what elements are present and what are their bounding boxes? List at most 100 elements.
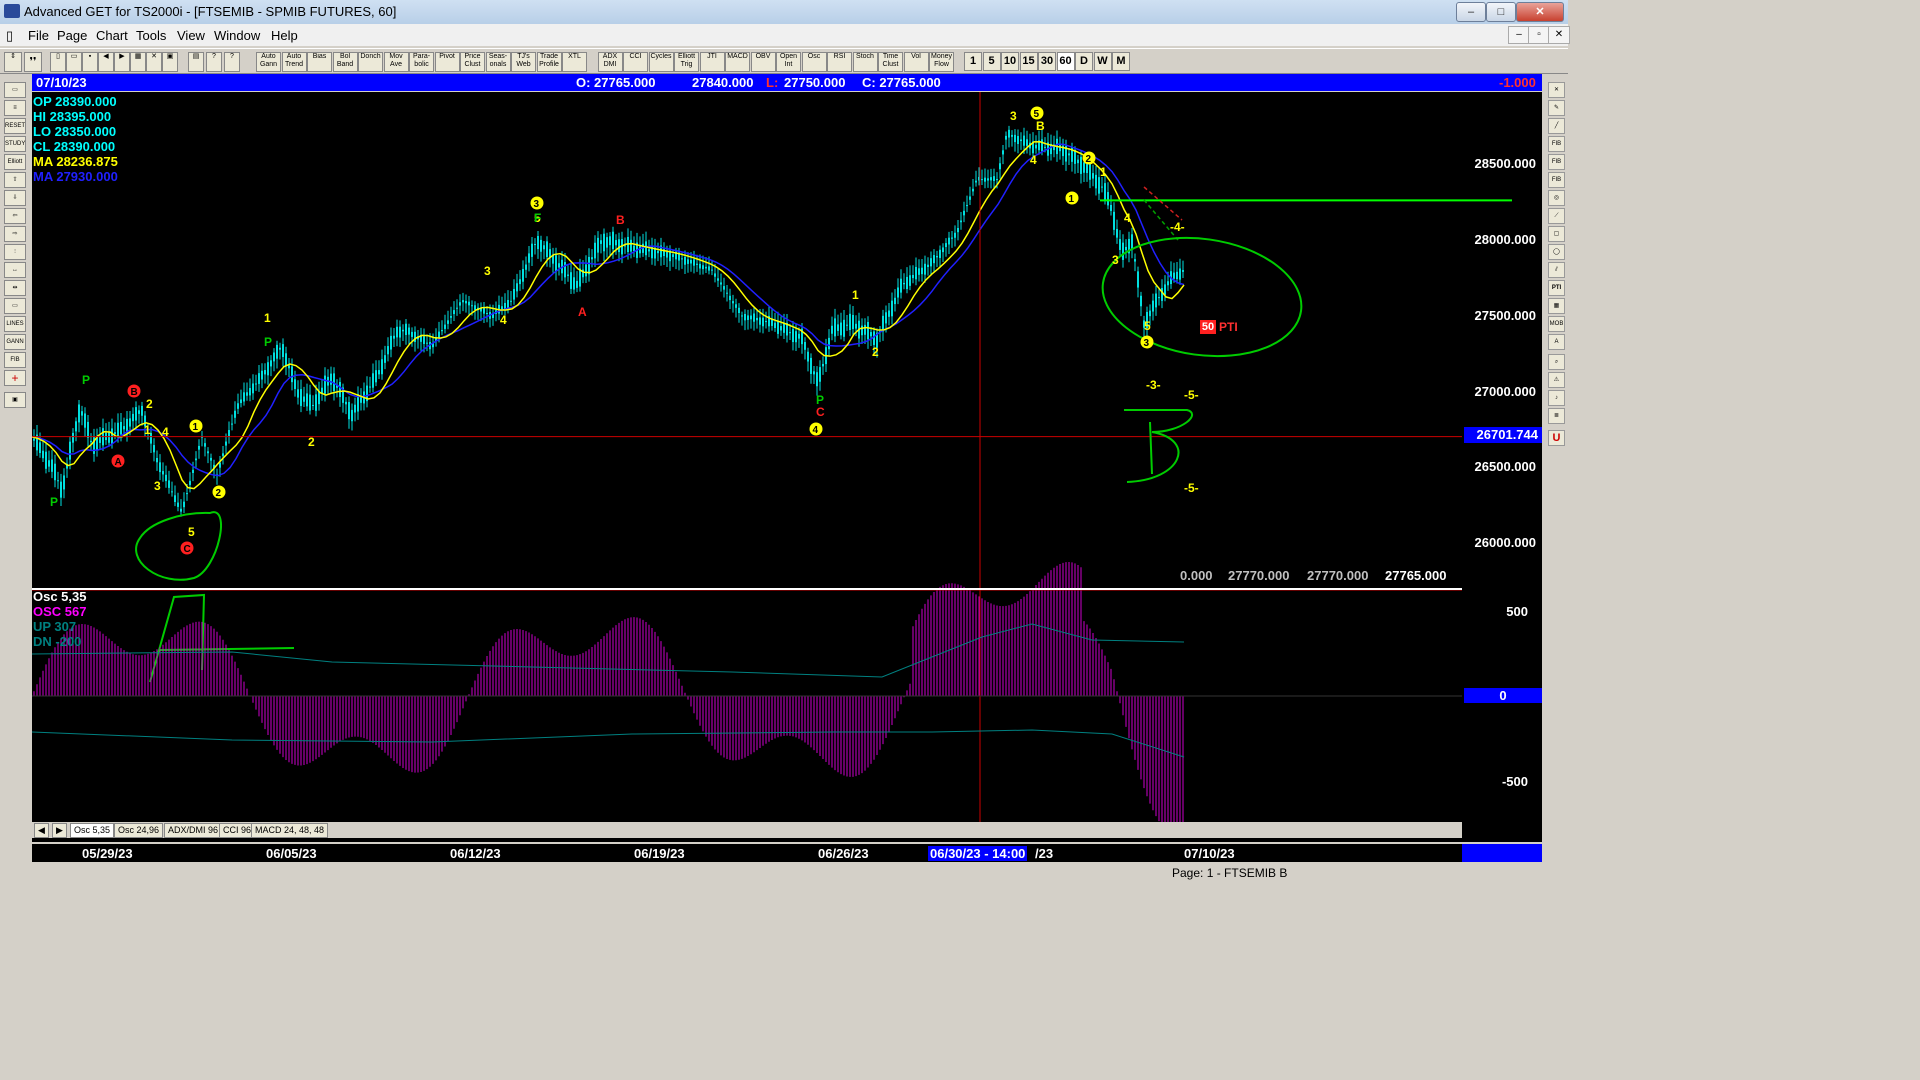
sound-icon[interactable]: ♪ xyxy=(1548,390,1565,406)
arrow-right-icon[interactable]: ⇨ xyxy=(4,226,26,242)
interval-10-button[interactable]: 10 xyxy=(1001,52,1019,71)
tool-cycles-button[interactable]: Cycles xyxy=(648,52,674,72)
open-icon[interactable]: ▭ xyxy=(66,52,82,72)
interval-30-button[interactable]: 30 xyxy=(1038,52,1056,71)
menu-page[interactable]: Page xyxy=(57,28,87,43)
mdi-minimize-button[interactable]: – xyxy=(1508,26,1530,44)
arrow-down-icon[interactable]: ⇩ xyxy=(4,190,26,206)
arrow-left-icon[interactable]: ⇦ xyxy=(4,208,26,224)
close-button[interactable]: ✕ xyxy=(1516,2,1564,22)
interval-W-button[interactable]: W xyxy=(1093,52,1112,71)
tool-obv-button[interactable]: OBV xyxy=(750,52,776,72)
settings-icon[interactable]: ▣ xyxy=(4,392,26,408)
help-icon[interactable]: ? xyxy=(206,52,222,72)
save-icon[interactable]: ▪ xyxy=(82,52,98,72)
fib-ext-icon[interactable]: FIB xyxy=(1548,154,1565,170)
fib-ret-icon[interactable]: FIB xyxy=(1548,136,1565,152)
tool-price-clust-button[interactable]: Price Clust xyxy=(460,52,485,72)
crosshair-icon[interactable]: + xyxy=(4,370,26,386)
cascade-icon[interactable]: ≡ xyxy=(4,100,26,116)
tool-mov-ave-button[interactable]: Mov Ave xyxy=(383,52,409,72)
tool-seas-onals-button[interactable]: Seas-onals xyxy=(485,52,511,72)
tool-bol-band-button[interactable]: Bol Band xyxy=(332,52,358,72)
elliott-icon[interactable]: Elliott xyxy=(4,154,26,170)
grid-icon[interactable]: ▣ xyxy=(162,52,178,72)
reset-icon[interactable]: RESET xyxy=(4,118,26,134)
interval-D-button[interactable]: D xyxy=(1075,52,1093,71)
tool-osc-button[interactable]: Osc xyxy=(801,52,827,72)
fib-time-icon[interactable]: FIB xyxy=(1548,172,1565,188)
tool-money-flow-button[interactable]: Money Flow xyxy=(929,52,954,72)
prev-icon[interactable]: ◀ xyxy=(98,52,114,72)
study-icon[interactable]: STUDY xyxy=(4,136,26,152)
tab-scroll-left[interactable]: ◀ xyxy=(34,823,49,838)
chart-area[interactable]: PP1P214352345FAB12PC34B143512345213BAC O… xyxy=(32,92,1542,842)
print-icon[interactable]: ▤ xyxy=(188,52,204,72)
tool-xtl-button[interactable]: XTL xyxy=(562,52,587,72)
line-tool-icon[interactable]: ╱ xyxy=(1548,118,1565,134)
interval-15-button[interactable]: 15 xyxy=(1019,52,1038,71)
mdi-restore-button[interactable]: ▫ xyxy=(1528,26,1550,44)
menu-chart[interactable]: Chart xyxy=(96,28,128,43)
magnet-icon[interactable]: U xyxy=(1548,430,1565,446)
context-help-icon[interactable]: ? xyxy=(224,52,240,72)
pti-icon[interactable]: PTI xyxy=(1548,280,1565,296)
minimize-button[interactable]: – xyxy=(1456,2,1486,22)
interval-M-button[interactable]: M xyxy=(1112,52,1130,71)
menu-tools[interactable]: Tools xyxy=(136,28,166,43)
close-x-icon[interactable]: ✕ xyxy=(1548,82,1565,98)
tool-time-clust-button[interactable]: Time Clust xyxy=(878,52,903,72)
tool-tj-s-web-button[interactable]: TJ's Web xyxy=(511,52,536,72)
magnify-icon[interactable]: ⌕ xyxy=(1548,354,1565,370)
box-tool-icon[interactable]: ▢ xyxy=(1548,226,1565,242)
tool-auto-gann-button[interactable]: Auto Gann xyxy=(256,52,281,72)
fan-icon[interactable]: ⟋ xyxy=(1548,208,1565,224)
tab-macd[interactable]: MACD 24, 48, 48 xyxy=(251,823,329,838)
tool-macd-button[interactable]: MACD xyxy=(725,52,750,72)
tab-osc-24-96[interactable]: Osc 24,96 xyxy=(114,823,164,838)
window-icon[interactable]: ▭ xyxy=(4,298,26,314)
folder-icon[interactable]: ▭ xyxy=(4,82,26,98)
tool-elliott-trig-button[interactable]: Elliott Trig xyxy=(674,52,699,72)
expand-icon[interactable]: ↔ xyxy=(4,262,26,278)
mdi-close-button[interactable]: ✕ xyxy=(1548,26,1570,44)
tool-bias-button[interactable]: Bias xyxy=(307,52,332,72)
interval-5-button[interactable]: 5 xyxy=(982,52,1001,71)
tool-stoch-button[interactable]: Stoch xyxy=(852,52,878,72)
menu-view[interactable]: View xyxy=(177,28,205,43)
price-chart[interactable]: PP1P21 4352345FAB12PC34B143512345213BAC xyxy=(32,92,1542,842)
new-icon[interactable]: ▯ xyxy=(50,52,66,72)
interval-1-button[interactable]: 1 xyxy=(964,52,982,71)
arrow-up-icon[interactable]: ⇧ xyxy=(4,172,26,188)
tool-rsi-button[interactable]: RSI xyxy=(827,52,852,72)
ellipse-tool-icon[interactable]: ◯ xyxy=(1548,244,1565,260)
tab-adx-dmi[interactable]: ADX/DMI 96 xyxy=(164,823,223,838)
tab-osc-5-35[interactable]: Osc 5,35 xyxy=(70,823,115,838)
grid-tool-icon[interactable]: ▦ xyxy=(1548,298,1565,314)
bars-icon[interactable]: ⫶ xyxy=(4,244,26,260)
tab-scroll-right[interactable]: ▶ xyxy=(52,823,67,838)
compress-icon[interactable]: ⇹ xyxy=(4,280,26,296)
tool-vol-button[interactable]: Vol xyxy=(903,52,929,72)
channel-icon[interactable]: ⫽ xyxy=(1548,262,1565,278)
tool-para-bolic-button[interactable]: Para-bolic xyxy=(409,52,434,72)
menu-help[interactable]: Help xyxy=(271,28,298,43)
fib-icon[interactable]: FIB xyxy=(4,352,26,368)
tool-jti-button[interactable]: JTI xyxy=(699,52,725,72)
list-icon[interactable]: ≣ xyxy=(1548,408,1565,424)
tool-donch-button[interactable]: Donch xyxy=(358,52,383,72)
pencil-icon[interactable]: ✎ xyxy=(1548,100,1565,116)
cursor-icon[interactable]: ⇕ xyxy=(4,52,22,72)
mob-icon[interactable]: MOB xyxy=(1548,316,1565,332)
text-tool-icon[interactable]: A xyxy=(1548,334,1565,350)
zoom-icon[interactable]: ▦ xyxy=(130,52,146,72)
next-icon[interactable]: ▶ xyxy=(114,52,130,72)
tool-pivot-button[interactable]: Pivot xyxy=(434,52,460,72)
tool-cci-button[interactable]: CCI xyxy=(623,52,648,72)
menu-file[interactable]: File xyxy=(28,28,49,43)
tool-adx-dmi-button[interactable]: ADX DMI xyxy=(597,52,623,72)
gann-icon[interactable]: GANN xyxy=(4,334,26,350)
interval-60-button[interactable]: 60 xyxy=(1056,52,1075,71)
menu-window[interactable]: Window xyxy=(214,28,260,43)
tool-trade-profile-button[interactable]: Trade Profile xyxy=(536,52,562,72)
